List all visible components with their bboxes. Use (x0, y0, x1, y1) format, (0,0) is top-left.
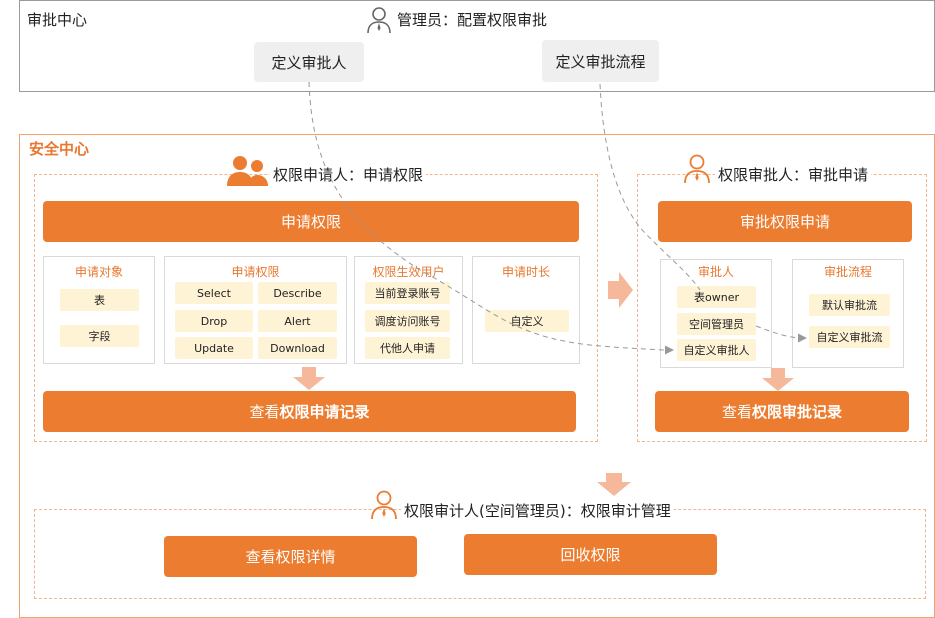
perm-chip-download[interactable]: Download (258, 337, 337, 359)
auditor-user-icon (371, 490, 397, 520)
approval-flow-title: 审批流程 (823, 265, 872, 279)
user-chip-on-behalf[interactable]: 代他人申请 (365, 337, 450, 359)
approval-center-title: 审批中心 (27, 11, 88, 29)
define-approver-button[interactable]: 定义审批人 (254, 42, 364, 82)
apply-records-bold: 权限申请记录 (279, 403, 370, 421)
apply-duration-title: 申请时长 (501, 265, 550, 279)
duration-chip-custom[interactable]: 自定义 (485, 310, 569, 332)
apply-duration-panel: 申请时长 自定义 (472, 256, 580, 364)
approve-records-bold: 权限审批记录 (752, 403, 843, 421)
effective-user-panel: 权限生效用户 当前登录账号 调度访问账号 代他人申请 (354, 256, 463, 364)
approver-panel: 审批人 表owner 空间管理员 自定义审批人 (660, 259, 772, 368)
object-chip-table[interactable]: 表 (60, 289, 139, 311)
right-arrow-icon (608, 272, 633, 308)
approver-chip-space-admin[interactable]: 空间管理员 (677, 313, 756, 335)
auditor-down-arrow-icon (597, 473, 631, 496)
admin-user-icon (367, 7, 391, 34)
perm-chip-select[interactable]: Select (175, 282, 253, 304)
auditor-header: 权限审计人(空间管理员)：权限审计管理 (401, 500, 674, 521)
user-chip-current-account[interactable]: 当前登录账号 (365, 282, 450, 304)
applicant-header: 权限申请人：申请权限 (270, 164, 427, 185)
applicant-group-icon (227, 156, 268, 186)
approver-down-arrow-icon (762, 368, 794, 391)
perm-chip-update[interactable]: Update (175, 337, 253, 359)
apply-permission-panel: 申请权限 Select Describe Drop Alert Update D… (164, 256, 347, 364)
approve-request-button[interactable]: 审批权限申请 (658, 201, 912, 242)
flow-chip-default[interactable]: 默认审批流 (809, 294, 890, 316)
approval-flow-panel: 审批流程 默认审批流 自定义审批流 (792, 259, 904, 368)
effective-user-title: 权限生效用户 (372, 265, 445, 279)
approver-chip-custom[interactable]: 自定义审批人 (677, 339, 756, 361)
view-permission-details-button[interactable]: 查看权限详情 (164, 536, 417, 577)
object-chip-field[interactable]: 字段 (60, 325, 139, 347)
perm-chip-alert[interactable]: Alert (258, 310, 337, 332)
revoke-permission-button[interactable]: 回收权限 (464, 534, 717, 575)
flow-chip-custom[interactable]: 自定义审批流 (809, 326, 890, 348)
security-center-title: 安全中心 (29, 140, 90, 158)
approver-panel-title: 审批人 (697, 265, 734, 279)
approve-records-prefix: 查看 (721, 403, 752, 421)
user-chip-schedule-account[interactable]: 调度访问账号 (365, 310, 450, 332)
approve-records-button[interactable]: 查看 权限审批记录 (655, 391, 909, 432)
apply-object-panel: 申请对象 表 字段 (43, 256, 155, 364)
applicant-down-arrow-icon (293, 367, 325, 390)
apply-records-prefix: 查看 (249, 403, 280, 421)
apply-permission-button[interactable]: 申请权限 (43, 201, 579, 242)
approver-chip-table-owner[interactable]: 表owner (677, 286, 756, 308)
apply-permission-title: 申请权限 (231, 265, 280, 279)
apply-records-button[interactable]: 查看 权限申请记录 (43, 391, 576, 432)
perm-chip-describe[interactable]: Describe (258, 282, 337, 304)
approver-user-icon (684, 154, 710, 184)
perm-chip-drop[interactable]: Drop (175, 310, 253, 332)
define-flow-button[interactable]: 定义审批流程 (542, 40, 659, 82)
admin-label: 管理员：配置权限审批 (397, 11, 548, 29)
apply-object-title: 申请对象 (74, 265, 123, 279)
approver-header: 权限审批人：审批申请 (715, 164, 872, 185)
